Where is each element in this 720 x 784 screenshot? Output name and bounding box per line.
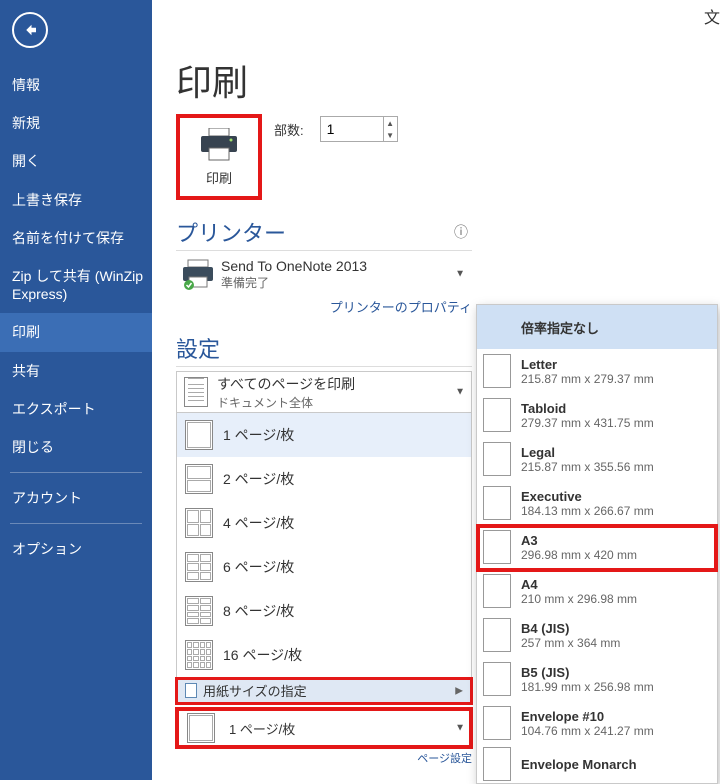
printer-icon bbox=[199, 128, 239, 162]
chevron-down-icon: ▼ bbox=[455, 269, 465, 280]
back-button[interactable] bbox=[12, 12, 48, 48]
pages-per-sheet-icon bbox=[185, 464, 213, 494]
copies-spin-down[interactable]: ▼ bbox=[383, 129, 397, 141]
paper-size-option[interactable]: A4210 mm x 296.98 mm bbox=[477, 569, 717, 613]
paper-icon bbox=[483, 442, 511, 476]
paper-size-option[interactable]: 倍率指定なし bbox=[477, 305, 717, 349]
paper-icon bbox=[483, 574, 511, 608]
pages-per-sheet-list: 1 ページ/枚2 ページ/枚4 ページ/枚6 ページ/枚8 ページ/枚16 ペー… bbox=[176, 413, 472, 678]
printer-select[interactable]: Send To OneNote 2013 準備完了 ▼ bbox=[176, 253, 472, 295]
page-setup-link[interactable]: ページ設定 bbox=[176, 750, 472, 766]
copies-spinner[interactable]: ▲ ▼ bbox=[320, 116, 398, 142]
pages-per-sheet-select[interactable]: 1 ページ/枚 ▼ bbox=[176, 708, 472, 748]
page-icon bbox=[187, 713, 215, 743]
paper-icon bbox=[483, 530, 511, 564]
printer-device-icon bbox=[181, 257, 215, 291]
print-button-label: 印刷 bbox=[206, 168, 232, 187]
printer-status: 準備完了 bbox=[221, 274, 367, 291]
page-title: 印刷 bbox=[176, 54, 720, 106]
sidebar-item-8[interactable]: エクスポート bbox=[0, 390, 152, 428]
paper-size-option[interactable]: Envelope #10104.76 mm x 241.27 mm bbox=[477, 701, 717, 745]
sidebar-item-1[interactable]: 新規 bbox=[0, 104, 152, 142]
sidebar-item-4[interactable]: 名前を付けて保存 bbox=[0, 219, 152, 257]
page-icon bbox=[185, 683, 197, 698]
pages-per-sheet-option[interactable]: 16 ページ/枚 bbox=[177, 633, 471, 677]
pages-per-sheet-option[interactable]: 1 ページ/枚 bbox=[177, 413, 471, 457]
pages-per-sheet-icon bbox=[185, 552, 213, 582]
info-icon[interactable]: ⓘ bbox=[454, 222, 468, 242]
paper-icon bbox=[483, 486, 511, 520]
printer-section-header: プリンター ⓘ bbox=[176, 216, 472, 251]
pages-per-sheet-option[interactable]: 4 ページ/枚 bbox=[177, 501, 471, 545]
back-arrow-icon bbox=[21, 21, 39, 39]
pages-per-sheet-icon bbox=[185, 420, 213, 450]
paper-icon bbox=[483, 398, 511, 432]
print-button[interactable]: 印刷 bbox=[176, 114, 262, 200]
sidebar-item-10[interactable]: アカウント bbox=[0, 479, 152, 517]
sidebar-item-5[interactable]: Zip して共有 (WinZip Express) bbox=[0, 257, 152, 313]
paper-size-option[interactable]: Executive184.13 mm x 266.67 mm bbox=[477, 481, 717, 525]
copies-input[interactable] bbox=[321, 117, 381, 141]
print-range-select[interactable]: すべてのページを印刷 ドキュメント全体 ▼ bbox=[176, 371, 472, 413]
paper-size-option[interactable]: Tabloid279.37 mm x 431.75 mm bbox=[477, 393, 717, 437]
chevron-down-icon: ▼ bbox=[455, 723, 465, 734]
paper-icon bbox=[483, 662, 511, 696]
document-icon bbox=[184, 377, 208, 407]
pages-per-sheet-option[interactable]: 2 ページ/枚 bbox=[177, 457, 471, 501]
copies-spin-up[interactable]: ▲ bbox=[383, 117, 397, 129]
copies-label: 部数: bbox=[274, 120, 304, 139]
settings-section-header: 設定 bbox=[176, 332, 472, 367]
paper-size-submenu-item[interactable]: 用紙サイズの指定 ▶ bbox=[176, 678, 472, 704]
printer-name: Send To OneNote 2013 bbox=[221, 258, 367, 274]
paper-size-option[interactable]: A3296.98 mm x 420 mm bbox=[477, 525, 717, 569]
paper-size-option[interactable]: Legal215.87 mm x 355.56 mm bbox=[477, 437, 717, 481]
paper-size-option[interactable]: Letter215.87 mm x 279.37 mm bbox=[477, 349, 717, 393]
paper-icon bbox=[483, 354, 511, 388]
paper-size-flyout: 倍率指定なしLetter215.87 mm x 279.37 mmTabloid… bbox=[476, 304, 718, 784]
sidebar-item-3[interactable]: 上書き保存 bbox=[0, 181, 152, 219]
printer-properties-link[interactable]: プリンターのプロパティ bbox=[176, 297, 472, 316]
paper-size-option[interactable]: B4 (JIS)257 mm x 364 mm bbox=[477, 613, 717, 657]
sidebar-item-7[interactable]: 共有 bbox=[0, 352, 152, 390]
pages-per-sheet-icon bbox=[185, 596, 213, 626]
sidebar-item-6[interactable]: 印刷 bbox=[0, 313, 152, 351]
pages-per-sheet-icon bbox=[185, 508, 213, 538]
chevron-down-icon: ▼ bbox=[455, 387, 465, 398]
paper-size-option[interactable]: Envelope Monarch bbox=[477, 745, 717, 783]
pages-per-sheet-option[interactable]: 6 ページ/枚 bbox=[177, 545, 471, 589]
pages-per-sheet-icon bbox=[185, 640, 213, 670]
pages-per-sheet-option[interactable]: 8 ページ/枚 bbox=[177, 589, 471, 633]
paper-icon bbox=[483, 618, 511, 652]
paper-icon bbox=[483, 747, 511, 781]
sidebar-item-2[interactable]: 開く bbox=[0, 142, 152, 180]
paper-size-option[interactable]: B5 (JIS)181.99 mm x 256.98 mm bbox=[477, 657, 717, 701]
backstage-sidebar: 情報新規開く上書き保存名前を付けて保存Zip して共有 (WinZip Expr… bbox=[0, 0, 152, 780]
sidebar-item-0[interactable]: 情報 bbox=[0, 66, 152, 104]
corner-text: 文 bbox=[704, 4, 720, 28]
chevron-right-icon: ▶ bbox=[455, 685, 463, 696]
sidebar-item-11[interactable]: オプション bbox=[0, 530, 152, 568]
sidebar-item-9[interactable]: 閉じる bbox=[0, 428, 152, 466]
paper-icon bbox=[483, 706, 511, 740]
